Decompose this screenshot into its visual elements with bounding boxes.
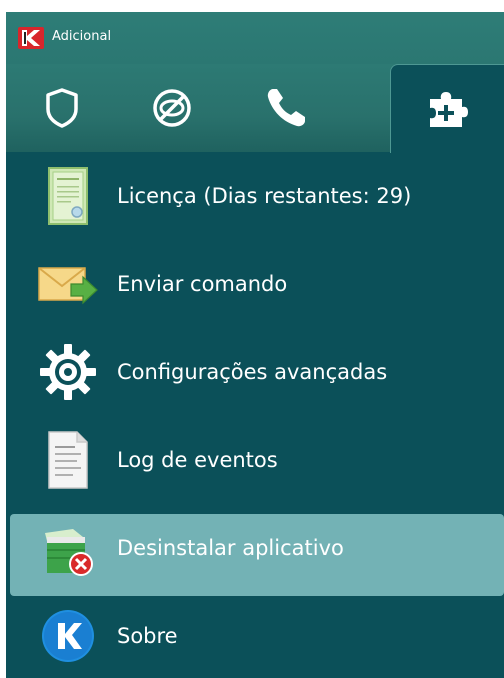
menu-item-license[interactable]: Licença (Dias restantes: 29) bbox=[6, 152, 504, 240]
shield-icon bbox=[46, 88, 78, 128]
menu-item-uninstall[interactable]: Desinstalar aplicativo bbox=[6, 504, 504, 596]
menu-item-event-log[interactable]: Log de eventos bbox=[6, 416, 504, 504]
menu-item-label: Sobre bbox=[117, 624, 178, 648]
envelope-arrow-icon bbox=[36, 252, 100, 316]
menu-item-label: Desinstalar aplicativo bbox=[117, 536, 344, 560]
tab-bar bbox=[6, 64, 504, 153]
menu-item-advanced-settings[interactable]: Configurações avançadas bbox=[6, 328, 504, 416]
menu-item-label: Configurações avançadas bbox=[117, 360, 388, 384]
window-title: Adicional bbox=[52, 29, 112, 44]
menu-item-label: Enviar comando bbox=[117, 272, 288, 296]
menu-item-label: Licença (Dias restantes: 29) bbox=[117, 184, 412, 208]
menu-list: Licença (Dias restantes: 29) Enviar coma… bbox=[6, 152, 504, 678]
kaspersky-logo-icon bbox=[18, 27, 44, 49]
blocked-icon bbox=[153, 89, 191, 127]
license-certificate-icon bbox=[36, 164, 100, 228]
document-log-icon bbox=[36, 428, 100, 492]
menu-item-about[interactable]: Sobre bbox=[6, 592, 504, 678]
tab-additional[interactable] bbox=[390, 64, 504, 153]
tab-calls[interactable] bbox=[236, 64, 336, 152]
uninstall-box-icon bbox=[36, 516, 100, 580]
menu-item-label: Log de eventos bbox=[117, 448, 278, 472]
tab-antitheft[interactable] bbox=[122, 64, 222, 152]
tab-protection[interactable] bbox=[12, 64, 112, 152]
phone-icon bbox=[267, 89, 305, 127]
menu-item-send-command[interactable]: Enviar comando bbox=[6, 240, 504, 328]
title-bar: Adicional bbox=[6, 12, 504, 64]
app-window: Adicional Licença (Dias restantes: 29) E… bbox=[6, 12, 504, 678]
gear-icon bbox=[36, 340, 100, 404]
kaspersky-k-icon bbox=[36, 604, 100, 668]
puzzle-plus-icon bbox=[430, 92, 468, 127]
